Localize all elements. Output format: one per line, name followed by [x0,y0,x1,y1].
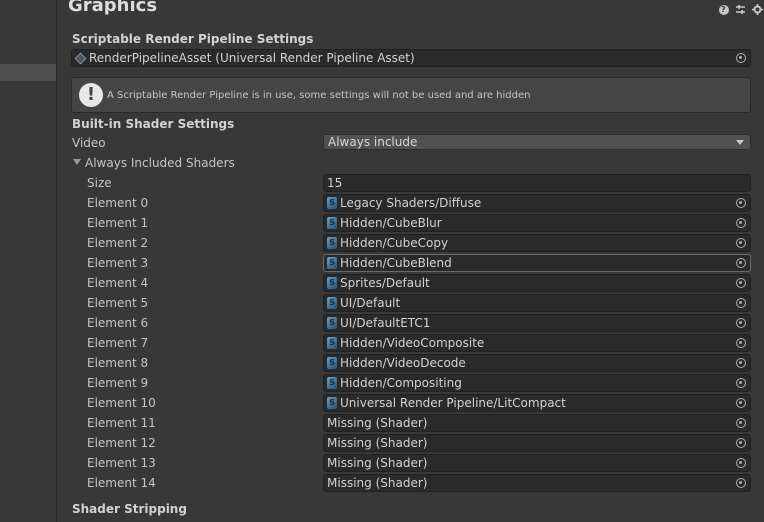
shader-object-field[interactable]: S Legacy Shaders/Diffuse [323,194,751,212]
shader-object-value: Legacy Shaders/Diffuse [340,196,482,210]
render-pipeline-asset-value: RenderPipelineAsset (Universal Render Pi… [89,51,415,65]
warning-icon: ! [79,83,103,107]
video-label: Video [72,136,106,150]
element-label: Element 0 [87,196,149,210]
srp-help-message: A Scriptable Render Pipeline is in use, … [107,90,531,101]
project-settings-sidebar [0,0,57,522]
help-icon[interactable]: ? [717,3,730,16]
shader-icon: S [327,357,337,369]
element-label: Element 3 [87,256,149,270]
shader-object-value: Hidden/CubeBlend [340,256,452,270]
srp-help-box: ! A Scriptable Render Pipeline is in use… [71,77,751,113]
shader-object-value: Sprites/Default [340,276,430,290]
shader-object-value: Missing (Shader) [327,416,428,430]
shader-object-value: UI/DefaultETC1 [340,316,431,330]
shader-object-value: Universal Render Pipeline/LitCompact [340,396,566,410]
size-label: Size [87,176,112,190]
element-label: Element 6 [87,316,149,330]
render-pipeline-asset-field[interactable]: RenderPipelineAsset (Universal Render Pi… [71,49,751,67]
render-pipeline-asset-icon [74,52,87,64]
shader-object-field[interactable]: S Universal Render Pipeline/LitCompact [323,394,751,412]
shader-stripping-header: Shader Stripping [72,502,187,516]
size-field[interactable]: 15 [323,174,751,192]
settings-icon[interactable] [751,3,764,16]
shader-icon: S [327,337,337,349]
video-dropdown-value: Always include [328,135,418,149]
shader-object-value: Missing (Shader) [327,476,428,490]
shader-object-field[interactable]: Missing (Shader) [323,454,751,472]
foldout-arrow-icon[interactable] [73,159,81,165]
object-picker-icon[interactable] [736,53,746,63]
object-picker-icon[interactable] [736,438,746,448]
element-label: Element 5 [87,296,149,310]
shader-object-field[interactable]: Missing (Shader) [323,434,751,452]
shader-object-field[interactable]: S Sprites/Default [323,274,751,292]
shader-object-field[interactable]: Missing (Shader) [323,414,751,432]
shader-object-field[interactable]: S Hidden/VideoDecode [323,354,751,372]
shader-icon: S [327,257,337,269]
shader-object-field[interactable]: S UI/DefaultETC1 [323,314,751,332]
title-toolbar: ? [717,3,764,16]
element-label: Element 14 [87,476,156,490]
element-label: Element 12 [87,436,156,450]
element-label: Element 13 [87,456,156,470]
object-picker-icon[interactable] [736,378,746,388]
object-picker-icon[interactable] [736,358,746,368]
element-label: Element 1 [87,216,149,230]
builtin-shader-settings-header: Built-in Shader Settings [72,117,235,131]
object-picker-icon[interactable] [736,258,746,268]
object-picker-icon[interactable] [736,218,746,228]
object-picker-icon[interactable] [736,398,746,408]
shader-object-value: Hidden/Compositing [340,376,462,390]
element-label: Element 10 [87,396,156,410]
shader-object-field[interactable]: Missing (Shader) [323,474,751,492]
shader-icon: S [327,397,337,409]
shader-object-value: Hidden/CubeBlur [340,216,442,230]
shader-object-value: Missing (Shader) [327,456,428,470]
shader-object-field[interactable]: S Hidden/VideoComposite [323,334,751,352]
shader-icon: S [327,377,337,389]
shader-object-value: Hidden/CubeCopy [340,236,449,250]
object-picker-icon[interactable] [736,238,746,248]
object-picker-icon[interactable] [736,458,746,468]
chevron-down-icon [736,139,744,145]
size-value: 15 [327,176,343,190]
element-label: Element 4 [87,276,149,290]
shader-object-value: UI/Default [340,296,401,310]
object-picker-icon[interactable] [736,278,746,288]
element-label: Element 11 [87,416,156,430]
graphics-settings-inspector: Graphics ? Scriptable Render Pipeline Se… [57,0,764,522]
element-label: Element 2 [87,236,149,250]
element-label: Element 9 [87,376,149,390]
shader-object-value: Hidden/VideoComposite [340,336,485,350]
object-picker-icon[interactable] [736,418,746,428]
shader-object-field[interactable]: S Hidden/CubeCopy [323,234,751,252]
shader-object-value: Missing (Shader) [327,436,428,450]
always-included-shaders-foldout[interactable]: Always Included Shaders [85,156,235,170]
shader-icon: S [327,217,337,229]
object-picker-icon[interactable] [736,198,746,208]
shader-object-field[interactable]: S Hidden/CubeBlur [323,214,751,232]
shader-icon: S [327,197,337,209]
element-label: Element 7 [87,336,149,350]
object-picker-icon[interactable] [736,318,746,328]
shader-icon: S [327,277,337,289]
video-dropdown[interactable]: Always include [323,134,751,150]
object-picker-icon[interactable] [736,298,746,308]
shader-icon: S [327,317,337,329]
shader-object-field[interactable]: S Hidden/Compositing [323,374,751,392]
shader-icon: S [327,297,337,309]
element-label: Element 8 [87,356,149,370]
object-picker-icon[interactable] [736,478,746,488]
shader-object-field[interactable]: S Hidden/CubeBlend [323,254,751,272]
shader-object-value: Hidden/VideoDecode [340,356,466,370]
object-picker-icon[interactable] [736,338,746,348]
sidebar-item-graphics[interactable] [0,64,56,81]
shader-icon: S [327,237,337,249]
preset-icon[interactable] [734,3,747,16]
shader-object-field[interactable]: S UI/Default [323,294,751,312]
srp-settings-header: Scriptable Render Pipeline Settings [72,32,314,46]
page-title: Graphics [68,0,158,16]
